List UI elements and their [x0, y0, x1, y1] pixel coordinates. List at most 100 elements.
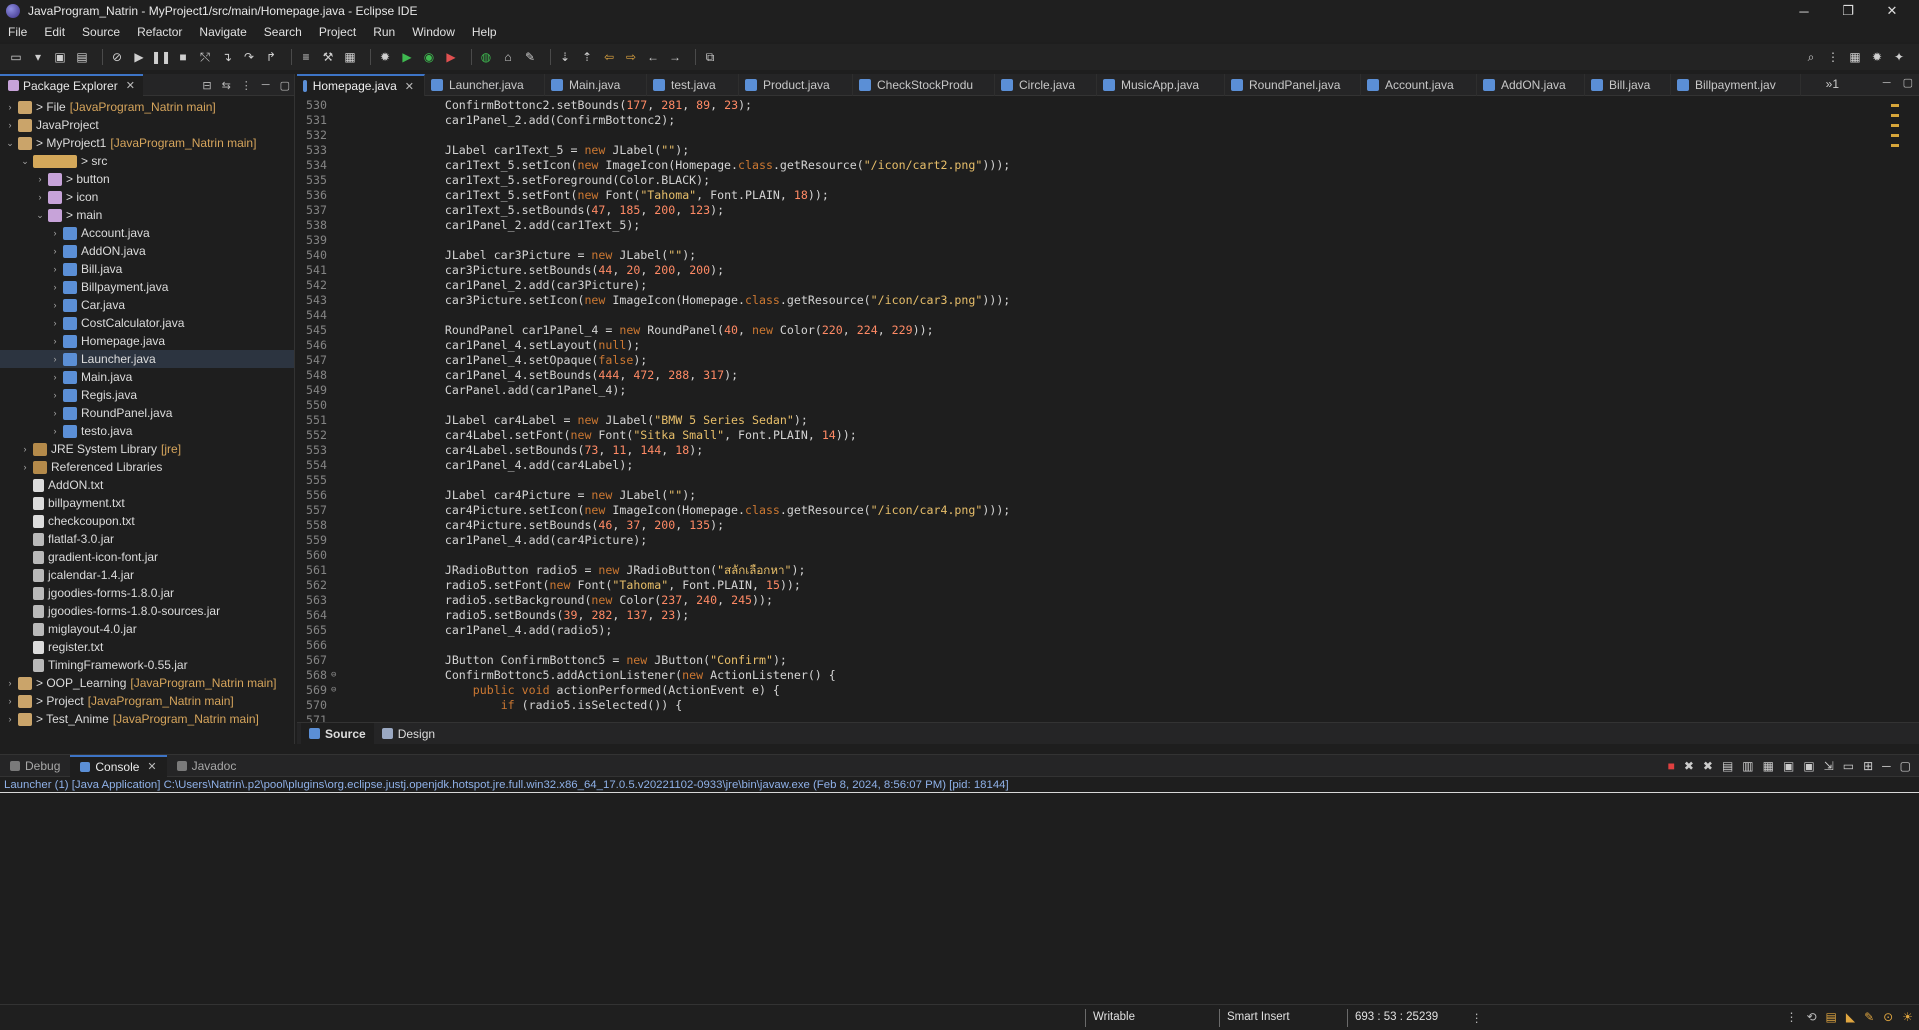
hat-icon[interactable]: ◣	[1846, 1010, 1855, 1024]
code-line[interactable]: 549 CarPanel.add(car1Panel_4);	[297, 383, 1897, 398]
code-line[interactable]: 530 ConfirmBottonc2.setBounds(177, 281, …	[297, 98, 1897, 113]
code-line[interactable]: 533 JLabel car1Text_5 = new JLabel("");	[297, 143, 1897, 158]
coverage-icon[interactable]: ◉	[421, 49, 437, 65]
expand-toggle-icon[interactable]: ›	[34, 174, 46, 184]
tab-source[interactable]: Source	[301, 722, 374, 745]
tree-item[interactable]: › JRE System Library [jre]	[0, 440, 294, 458]
tree-item[interactable]: › Regis.java	[0, 386, 294, 404]
cursor-position[interactable]: 693 : 53 : 25239	[1355, 1011, 1438, 1023]
package-explorer-tab[interactable]: Package Explorer ✕	[0, 73, 143, 96]
close-icon[interactable]: ✕	[126, 79, 135, 92]
expand-toggle-icon[interactable]: ›	[49, 354, 61, 364]
editor-tab[interactable]: Billpayment.jav	[1671, 74, 1801, 96]
step-return-icon[interactable]: ↱	[263, 49, 279, 65]
toggle-comment-icon[interactable]: ≡	[298, 49, 314, 65]
tree-item[interactable]: › > Test_Anime [JavaProgram_Natrin main]	[0, 710, 294, 728]
code-line[interactable]: 545 RoundPanel car1Panel_4 = new RoundPa…	[297, 323, 1897, 338]
tree-item[interactable]: TimingFramework-0.55.jar	[0, 656, 294, 674]
code-line[interactable]: 547 car1Panel_4.setOpaque(false);	[297, 353, 1897, 368]
tree-item[interactable]: checkcoupon.txt	[0, 512, 294, 530]
open-console-icon[interactable]: ⊞	[1863, 759, 1873, 773]
minimize-view-icon[interactable]: ─	[1882, 759, 1891, 773]
skip-breakpoints-icon[interactable]: ⊘	[109, 49, 125, 65]
tree-item[interactable]: ⌄ > MyProject1 [JavaProgram_Natrin main]	[0, 134, 294, 152]
forward-icon[interactable]: →	[667, 49, 683, 65]
code-editor[interactable]: 530 ConfirmBottonc2.setBounds(177, 281, …	[297, 98, 1897, 722]
code-line[interactable]: 552 car4Label.setFont(new Font("Sitka Sm…	[297, 428, 1897, 443]
code-line[interactable]: 555	[297, 473, 1897, 488]
tree-item[interactable]: › Referenced Libraries	[0, 458, 294, 476]
editor-tab[interactable]: RoundPanel.java	[1225, 74, 1361, 96]
code-line[interactable]: 571	[297, 713, 1897, 722]
code-line[interactable]: 566	[297, 638, 1897, 653]
expand-toggle-icon[interactable]: ⌄	[4, 138, 16, 149]
fold-marker-icon[interactable]	[331, 338, 345, 353]
fold-marker-icon[interactable]: ⊖	[331, 683, 345, 698]
fold-marker-icon[interactable]	[331, 173, 345, 188]
fold-marker-icon[interactable]	[331, 188, 345, 203]
expand-toggle-icon[interactable]: ›	[49, 264, 61, 274]
minimize-view-icon[interactable]: ─	[262, 79, 270, 91]
new-java-class-icon[interactable]: ◍	[478, 49, 494, 65]
tree-item[interactable]: jgoodies-forms-1.8.0-sources.jar	[0, 602, 294, 620]
maximize-button[interactable]: ❐	[1826, 0, 1870, 22]
code-line[interactable]: 565 car1Panel_4.add(radio5);	[297, 623, 1897, 638]
expand-toggle-icon[interactable]: ›	[49, 372, 61, 382]
fold-marker-icon[interactable]	[331, 98, 345, 113]
expand-toggle-icon[interactable]: ⌄	[19, 156, 31, 167]
code-line[interactable]: 531 car1Panel_2.add(ConfirmBottonc2);	[297, 113, 1897, 128]
tree-item[interactable]: jgoodies-forms-1.8.0.jar	[0, 584, 294, 602]
code-line[interactable]: 536 car1Text_5.setFont(new Font("Tahoma"…	[297, 188, 1897, 203]
code-line[interactable]: 558 car4Picture.setBounds(46, 37, 200, 1…	[297, 518, 1897, 533]
code-line[interactable]: 541 car3Picture.setBounds(44, 20, 200, 2…	[297, 263, 1897, 278]
tree-item[interactable]: › AddON.java	[0, 242, 294, 260]
fold-marker-icon[interactable]	[331, 563, 345, 578]
expand-toggle-icon[interactable]: ›	[49, 336, 61, 346]
code-line[interactable]: 567 JButton ConfirmBottonc5 = new JButto…	[297, 653, 1897, 668]
fold-marker-icon[interactable]	[331, 353, 345, 368]
editor-tab[interactable]: AddON.java	[1477, 74, 1585, 96]
minimize-editor-icon[interactable]: ─	[1883, 77, 1891, 89]
fold-marker-icon[interactable]	[331, 323, 345, 338]
expand-toggle-icon[interactable]: ›	[19, 462, 31, 472]
code-line[interactable]: 560	[297, 548, 1897, 563]
fold-marker-icon[interactable]	[331, 503, 345, 518]
fold-marker-icon[interactable]	[331, 248, 345, 263]
fold-marker-icon[interactable]	[331, 713, 345, 722]
fold-marker-icon[interactable]	[331, 143, 345, 158]
editor-tab[interactable]: Product.java	[739, 74, 853, 96]
tree-item[interactable]: ⌄ > src	[0, 152, 294, 170]
run-icon[interactable]: ▶	[399, 49, 415, 65]
code-line[interactable]: 563 radio5.setBackground(new Color(237, …	[297, 593, 1897, 608]
tree-item[interactable]: › > File [JavaProgram_Natrin main]	[0, 98, 294, 116]
word-wrap-icon[interactable]: ▦	[1763, 759, 1774, 773]
fold-marker-icon[interactable]	[331, 158, 345, 173]
open-perspective-icon[interactable]: ⧉	[702, 49, 718, 65]
tree-item[interactable]: › Bill.java	[0, 260, 294, 278]
menu-edit[interactable]: Edit	[44, 25, 65, 39]
tree-item[interactable]: flatlaf-3.0.jar	[0, 530, 294, 548]
code-line[interactable]: 561 JRadioButton radio5 = new JRadioButt…	[297, 563, 1897, 578]
expand-toggle-icon[interactable]: ⌄	[34, 210, 46, 221]
menu-file[interactable]: File	[8, 25, 27, 39]
fold-marker-icon[interactable]	[331, 653, 345, 668]
tree-item[interactable]: › Billpayment.java	[0, 278, 294, 296]
editor-tab[interactable]: CheckStockProdu	[853, 74, 995, 96]
menu-window[interactable]: Window	[412, 25, 455, 39]
tree-item[interactable]: billpayment.txt	[0, 494, 294, 512]
previous-annotation-icon[interactable]: ⇡	[579, 49, 595, 65]
help-icon[interactable]: ⊙	[1883, 1010, 1893, 1024]
menu-run[interactable]: Run	[373, 25, 395, 39]
fold-marker-icon[interactable]	[331, 443, 345, 458]
search-toolbar-icon[interactable]: ✎	[522, 49, 538, 65]
tree-item[interactable]: › Launcher.java	[0, 350, 294, 368]
remove-all-terminated-icon[interactable]: ✖	[1703, 759, 1713, 773]
tree-item[interactable]: › Car.java	[0, 296, 294, 314]
expand-toggle-icon[interactable]: ›	[4, 678, 16, 688]
tab-design[interactable]: Design	[374, 723, 443, 745]
pin-console-icon[interactable]: ⇲	[1824, 759, 1834, 773]
trim-menu-icon[interactable]: ⋮	[1785, 1010, 1797, 1024]
menu-project[interactable]: Project	[319, 25, 356, 39]
pencil-icon[interactable]: ✎	[1864, 1010, 1874, 1024]
fold-marker-icon[interactable]	[331, 623, 345, 638]
